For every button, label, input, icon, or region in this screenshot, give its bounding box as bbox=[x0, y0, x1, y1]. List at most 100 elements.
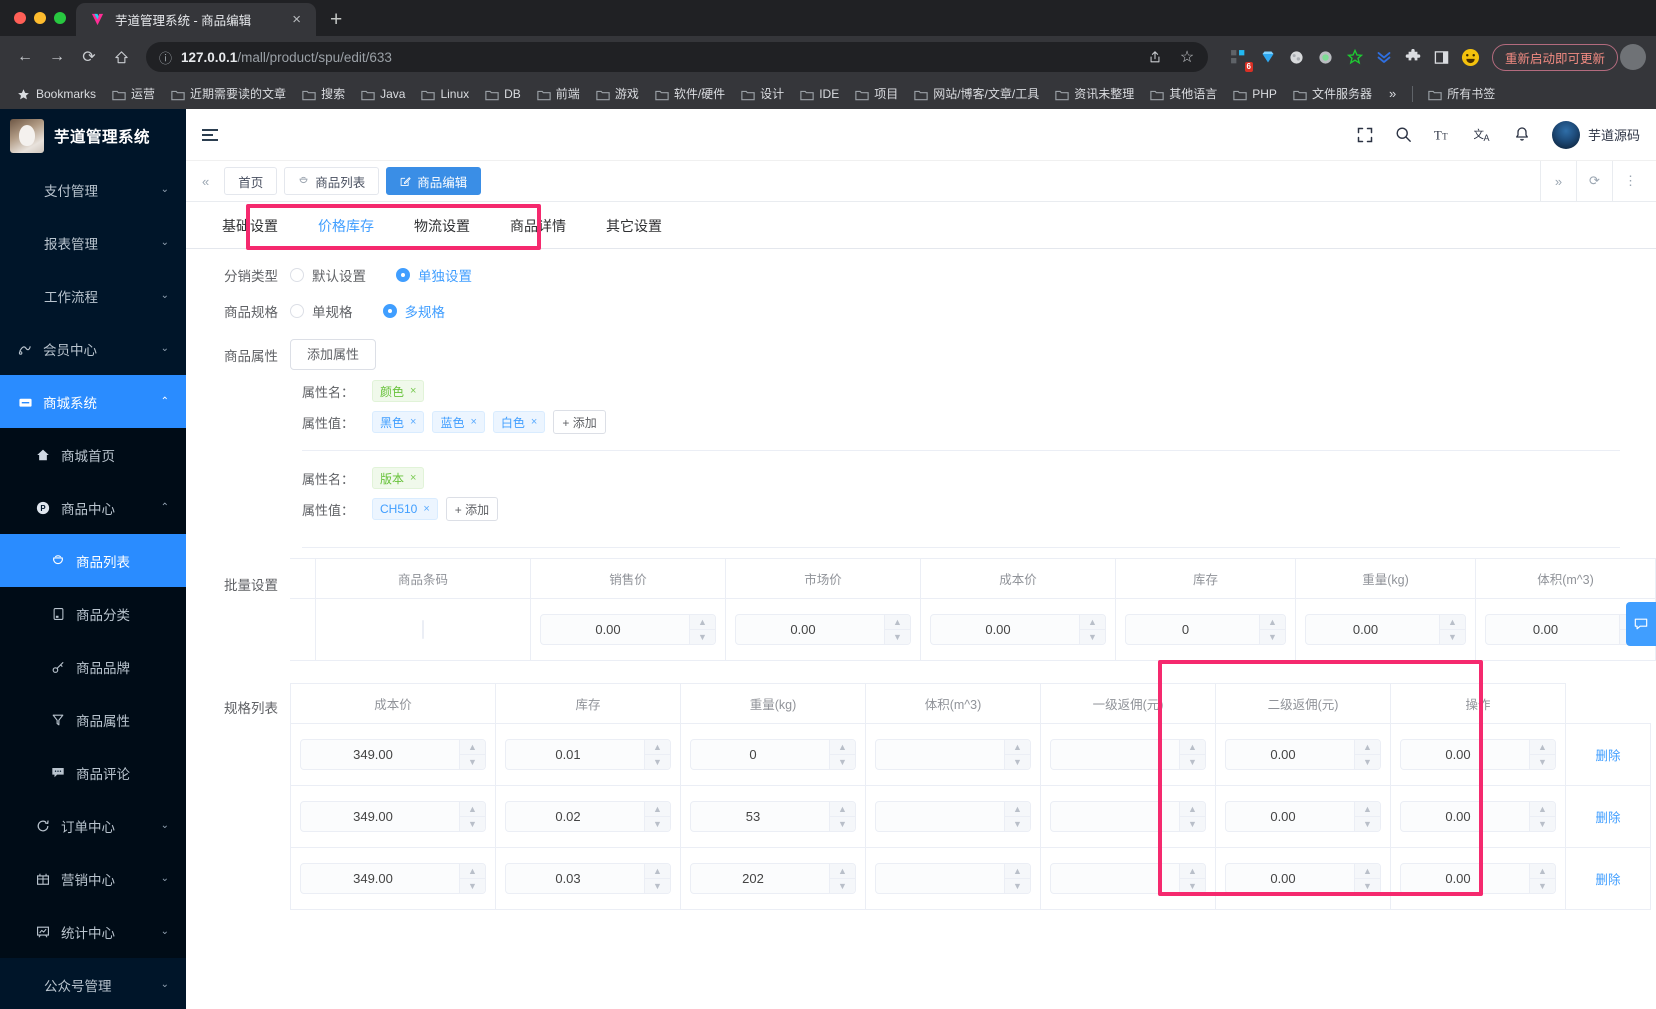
stepper-buttons[interactable]: ▲▼ bbox=[1354, 740, 1380, 769]
cost-price-stepper[interactable]: 0.02 ▲ ▼ bbox=[505, 801, 671, 832]
sidebar-item-8[interactable]: 商品分类 bbox=[0, 587, 186, 640]
stepper-buttons[interactable]: ▲▼ bbox=[1179, 802, 1205, 831]
extension-puzzle-icon[interactable] bbox=[1400, 44, 1426, 70]
back-button[interactable]: ← bbox=[10, 42, 40, 72]
barcode-input[interactable] bbox=[422, 619, 424, 639]
sidebar-item-15[interactable]: 公众号管理 ⌄ bbox=[0, 958, 186, 1009]
decrement-icon[interactable]: ▼ bbox=[645, 879, 670, 893]
decrement-icon[interactable]: ▼ bbox=[1355, 879, 1380, 893]
increment-icon[interactable]: ▲ bbox=[1355, 740, 1380, 755]
stepper-buttons[interactable]: ▲▼ bbox=[1354, 802, 1380, 831]
stepper-buttons[interactable]: ▲▼ bbox=[1529, 740, 1555, 769]
bookmark-star-icon[interactable]: ☆ bbox=[1172, 42, 1202, 72]
stepper-buttons[interactable]: ▲▼ bbox=[884, 615, 910, 644]
volume-stepper[interactable]: ▲ ▼ bbox=[1050, 739, 1206, 770]
bookmark-folder-item[interactable]: DB bbox=[478, 84, 528, 104]
stepper-buttons[interactable]: ▲▼ bbox=[459, 864, 485, 893]
bookmark-folder-item[interactable]: 资讯未整理 bbox=[1048, 82, 1141, 105]
profile-avatar[interactable] bbox=[1620, 44, 1646, 70]
bookmark-folder-item[interactable]: 项目 bbox=[848, 82, 905, 105]
weight-stepper[interactable]: ▲ ▼ bbox=[875, 739, 1031, 770]
decrement-icon[interactable]: ▼ bbox=[460, 755, 485, 769]
decrement-icon[interactable]: ▼ bbox=[1080, 630, 1105, 644]
decrement-icon[interactable]: ▼ bbox=[1005, 755, 1030, 769]
stock-stepper[interactable]: 202 ▲ ▼ bbox=[690, 863, 856, 894]
sidebar-item-4[interactable]: 商城系统 ⌃ bbox=[0, 375, 186, 428]
sidebar-item-3[interactable]: 会员中心 ⌄ bbox=[0, 322, 186, 375]
weight-stepper[interactable]: 0.00 ▲ ▼ bbox=[1305, 614, 1466, 645]
attribute-name-chip[interactable]: 颜色 × bbox=[372, 380, 425, 402]
delete-link[interactable]: 删除 bbox=[1595, 873, 1620, 887]
stepper-buttons[interactable]: ▲▼ bbox=[1529, 802, 1555, 831]
delete-link[interactable]: 删除 bbox=[1595, 749, 1620, 763]
stepper-buttons[interactable]: ▲▼ bbox=[1179, 740, 1205, 769]
delete-link[interactable]: 删除 bbox=[1595, 811, 1620, 825]
commission1-stepper[interactable]: 0.00 ▲ ▼ bbox=[1225, 863, 1381, 894]
bookmark-folder-item[interactable]: 前端 bbox=[530, 82, 587, 105]
increment-icon[interactable]: ▲ bbox=[1260, 615, 1285, 630]
decrement-icon[interactable]: ▼ bbox=[1355, 755, 1380, 769]
commission1-stepper[interactable]: 0.00 ▲ ▼ bbox=[1225, 801, 1381, 832]
decrement-icon[interactable]: ▼ bbox=[1530, 879, 1555, 893]
volume-stepper[interactable]: ▲ ▼ bbox=[1050, 801, 1206, 832]
stepper-buttons[interactable]: ▲▼ bbox=[1079, 615, 1105, 644]
share-icon[interactable] bbox=[1140, 42, 1170, 72]
stepper-buttons[interactable]: ▲▼ bbox=[1354, 864, 1380, 893]
decrement-icon[interactable]: ▼ bbox=[645, 817, 670, 831]
sidebar-item-9[interactable]: 商品品牌 bbox=[0, 640, 186, 693]
attribute-name-chip[interactable]: 版本 × bbox=[372, 467, 425, 489]
maximize-window-button[interactable] bbox=[54, 12, 66, 24]
tag-view-0[interactable]: 首页 bbox=[224, 167, 278, 195]
bookmark-folder-item[interactable]: 网站/博客/文章/工具 bbox=[907, 82, 1046, 105]
hamburger-icon[interactable] bbox=[202, 128, 218, 141]
commission2-stepper[interactable]: 0.00 ▲ ▼ bbox=[1400, 801, 1556, 832]
stepper-buttons[interactable]: ▲▼ bbox=[1179, 864, 1205, 893]
bookmark-folder-item[interactable]: PHP bbox=[1226, 84, 1284, 104]
volume-stepper[interactable]: ▲ ▼ bbox=[1050, 863, 1206, 894]
form-tab-0[interactable]: 基础设置 bbox=[222, 216, 278, 248]
stock-stepper[interactable]: 53 ▲ ▼ bbox=[690, 801, 856, 832]
address-bar[interactable]: ⓘ 127.0.0.1/mall/product/spu/edit/633 ☆ bbox=[146, 42, 1208, 72]
close-icon[interactable]: × bbox=[470, 416, 476, 428]
decrement-icon[interactable]: ▼ bbox=[1530, 755, 1555, 769]
increment-icon[interactable]: ▲ bbox=[690, 615, 715, 630]
radio-default-setting[interactable]: 默认设置 bbox=[290, 265, 366, 285]
increment-icon[interactable]: ▲ bbox=[885, 615, 910, 630]
add-attribute-value-button[interactable]: + 添加 bbox=[445, 497, 499, 521]
sidebar-item-12[interactable]: 订单中心 ⌄ bbox=[0, 799, 186, 852]
cost-price-stepper[interactable]: 0.03 ▲ ▼ bbox=[505, 863, 671, 894]
radio-multi-spec[interactable]: 多规格 bbox=[382, 301, 445, 321]
stock-stepper[interactable]: 0 ▲ ▼ bbox=[1125, 614, 1286, 645]
increment-icon[interactable]: ▲ bbox=[1530, 802, 1555, 817]
stepper-buttons[interactable]: ▲▼ bbox=[644, 864, 670, 893]
stock-stepper[interactable]: 0 ▲ ▼ bbox=[690, 739, 856, 770]
stepper-buttons[interactable]: ▲▼ bbox=[1004, 864, 1030, 893]
volume-stepper[interactable]: 0.00 ▲▼ bbox=[1485, 614, 1646, 645]
form-tab-4[interactable]: 其它设置 bbox=[606, 216, 662, 248]
bookmark-folder-item[interactable]: 近期需要读的文章 bbox=[164, 82, 293, 105]
bookmark-folder-item[interactable]: Java bbox=[354, 84, 412, 104]
decrement-icon[interactable]: ▼ bbox=[1180, 755, 1205, 769]
close-tab-button[interactable]: × bbox=[287, 10, 306, 29]
reload-button[interactable]: ⟳ bbox=[74, 42, 104, 72]
stepper-buttons[interactable]: ▲▼ bbox=[1529, 864, 1555, 893]
bookmark-folder-item[interactable]: Linux bbox=[414, 84, 476, 104]
decrement-icon[interactable]: ▼ bbox=[645, 755, 670, 769]
browser-tab[interactable]: 芋道管理系统 - 商品编辑 × bbox=[76, 3, 316, 36]
close-icon[interactable]: × bbox=[410, 472, 416, 484]
close-icon[interactable]: × bbox=[410, 416, 416, 428]
site-info-icon[interactable]: ⓘ bbox=[159, 48, 172, 67]
decrement-icon[interactable]: ▼ bbox=[690, 630, 715, 644]
sidebar-item-1[interactable]: 报表管理 ⌄ bbox=[0, 216, 186, 269]
commission2-stepper[interactable]: 0.00 ▲ ▼ bbox=[1400, 863, 1556, 894]
sidebar-logo[interactable]: 芋道管理系统 bbox=[0, 109, 186, 163]
add-attribute-button[interactable]: 添加属性 bbox=[290, 339, 377, 370]
all-bookmarks-item[interactable]: 所有书签 bbox=[1421, 82, 1502, 105]
extension-sidepanel-icon[interactable] bbox=[1429, 44, 1455, 70]
increment-icon[interactable]: ▲ bbox=[830, 802, 855, 817]
extension-green-star-icon[interactable] bbox=[1342, 44, 1368, 70]
sidebar-item-11[interactable]: 商品评论 bbox=[0, 746, 186, 799]
bookmark-folder-item[interactable]: IDE bbox=[793, 84, 846, 104]
increment-icon[interactable]: ▲ bbox=[1180, 740, 1205, 755]
increment-icon[interactable]: ▲ bbox=[645, 864, 670, 879]
